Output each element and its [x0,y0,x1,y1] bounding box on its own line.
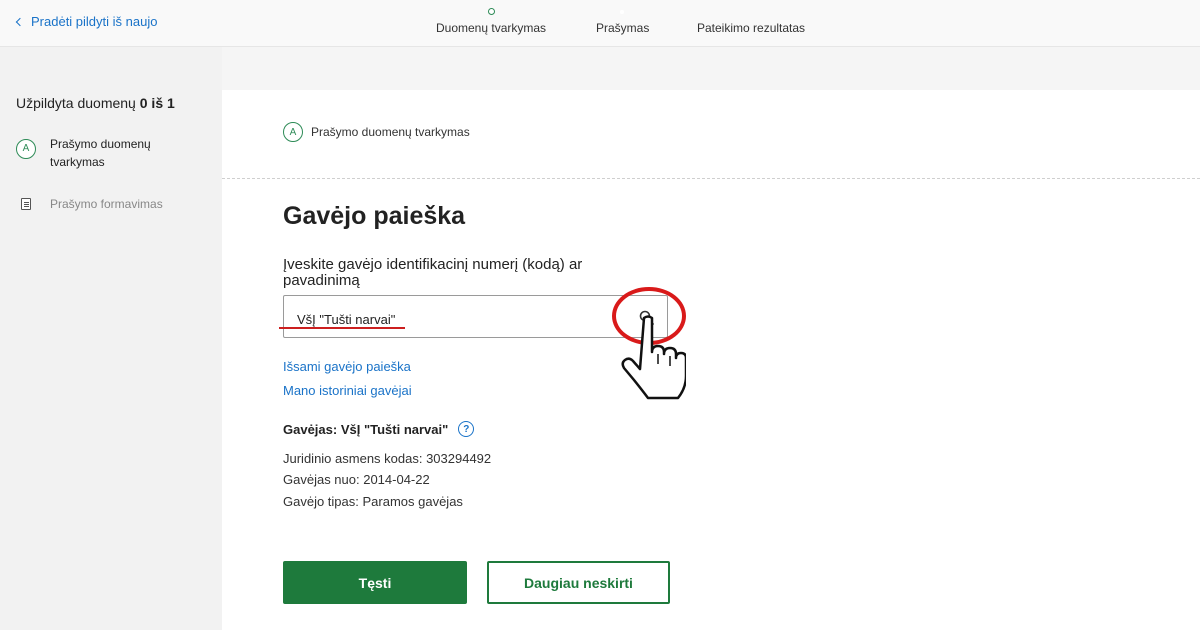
annotation-underline [279,327,405,329]
section-label: Prašymo duomenų tvarkymas [311,125,470,139]
progress-steps: Duomenų tvarkymas Prašymas Pateikimo rez… [0,0,1200,47]
search-input-value: VšĮ "Tušti narvai" [297,312,396,327]
sidebar-item-label: Prašymo formavimas [50,197,163,211]
step-data-processing: Duomenų tvarkymas [436,21,547,35]
step-dot-icon [620,10,624,14]
step-request: Prašymas [596,21,650,35]
stop-assigning-button[interactable]: Daugiau neskirti [487,561,670,604]
document-icon [21,198,31,210]
recipient-code: Juridinio asmens kodas: 303294492 [283,451,492,466]
recipient-label: Gavėjas: [283,421,338,437]
recipient-since: Gavėjas nuo: 2014-04-22 [283,472,430,487]
sidebar: Užpildyta duomenų 0 iš 1 A Prašymo duome… [0,47,222,630]
recipient-name: VšĮ "Tušti narvai" [340,421,449,437]
step-result: Pateikimo rezultatas [697,21,806,35]
main-panel: A Prašymo duomenų tvarkymas Gavėjo paieš… [222,90,1200,630]
history-recipients-link[interactable]: Mano istoriniai gavėjai [283,383,412,398]
sidebar-item-data-processing[interactable]: A Prašymo duomenų tvarkymas [16,135,151,171]
circle-a-icon: A [283,122,303,142]
pointer-hand-icon [621,315,686,400]
page-title: Gavėjo paieška [283,202,466,230]
sidebar-item-request-forming[interactable]: Prašymo formavimas [16,195,163,213]
sidebar-item-label: Prašymo duomenų tvarkymas [50,137,151,169]
recipient-search-input[interactable]: VšĮ "Tušti narvai" [283,295,668,338]
top-bar: Pradėti pildyti iš naujo Duomenų tvarkym… [0,0,1200,47]
help-icon[interactable]: ? [458,421,475,437]
detailed-search-link[interactable]: Išsami gavėjo paieška [283,359,411,374]
search-field-label: Įveskite gavėjo identifikacinį numerį (k… [283,256,583,289]
recipient-summary: Gavėjas: VšĮ "Tušti narvai" ? [283,421,475,437]
fill-progress: Užpildyta duomenų 0 iš 1 [16,95,175,111]
section-header: A Prašymo duomenų tvarkymas [283,122,470,142]
progress-count: 0 iš 1 [139,95,175,111]
continue-button[interactable]: Tęsti [283,561,467,604]
step-current-icon [488,8,495,15]
section-divider [222,178,1200,179]
circle-a-icon: A [16,139,36,159]
recipient-type: Gavėjo tipas: Paramos gavėjas [283,494,463,509]
